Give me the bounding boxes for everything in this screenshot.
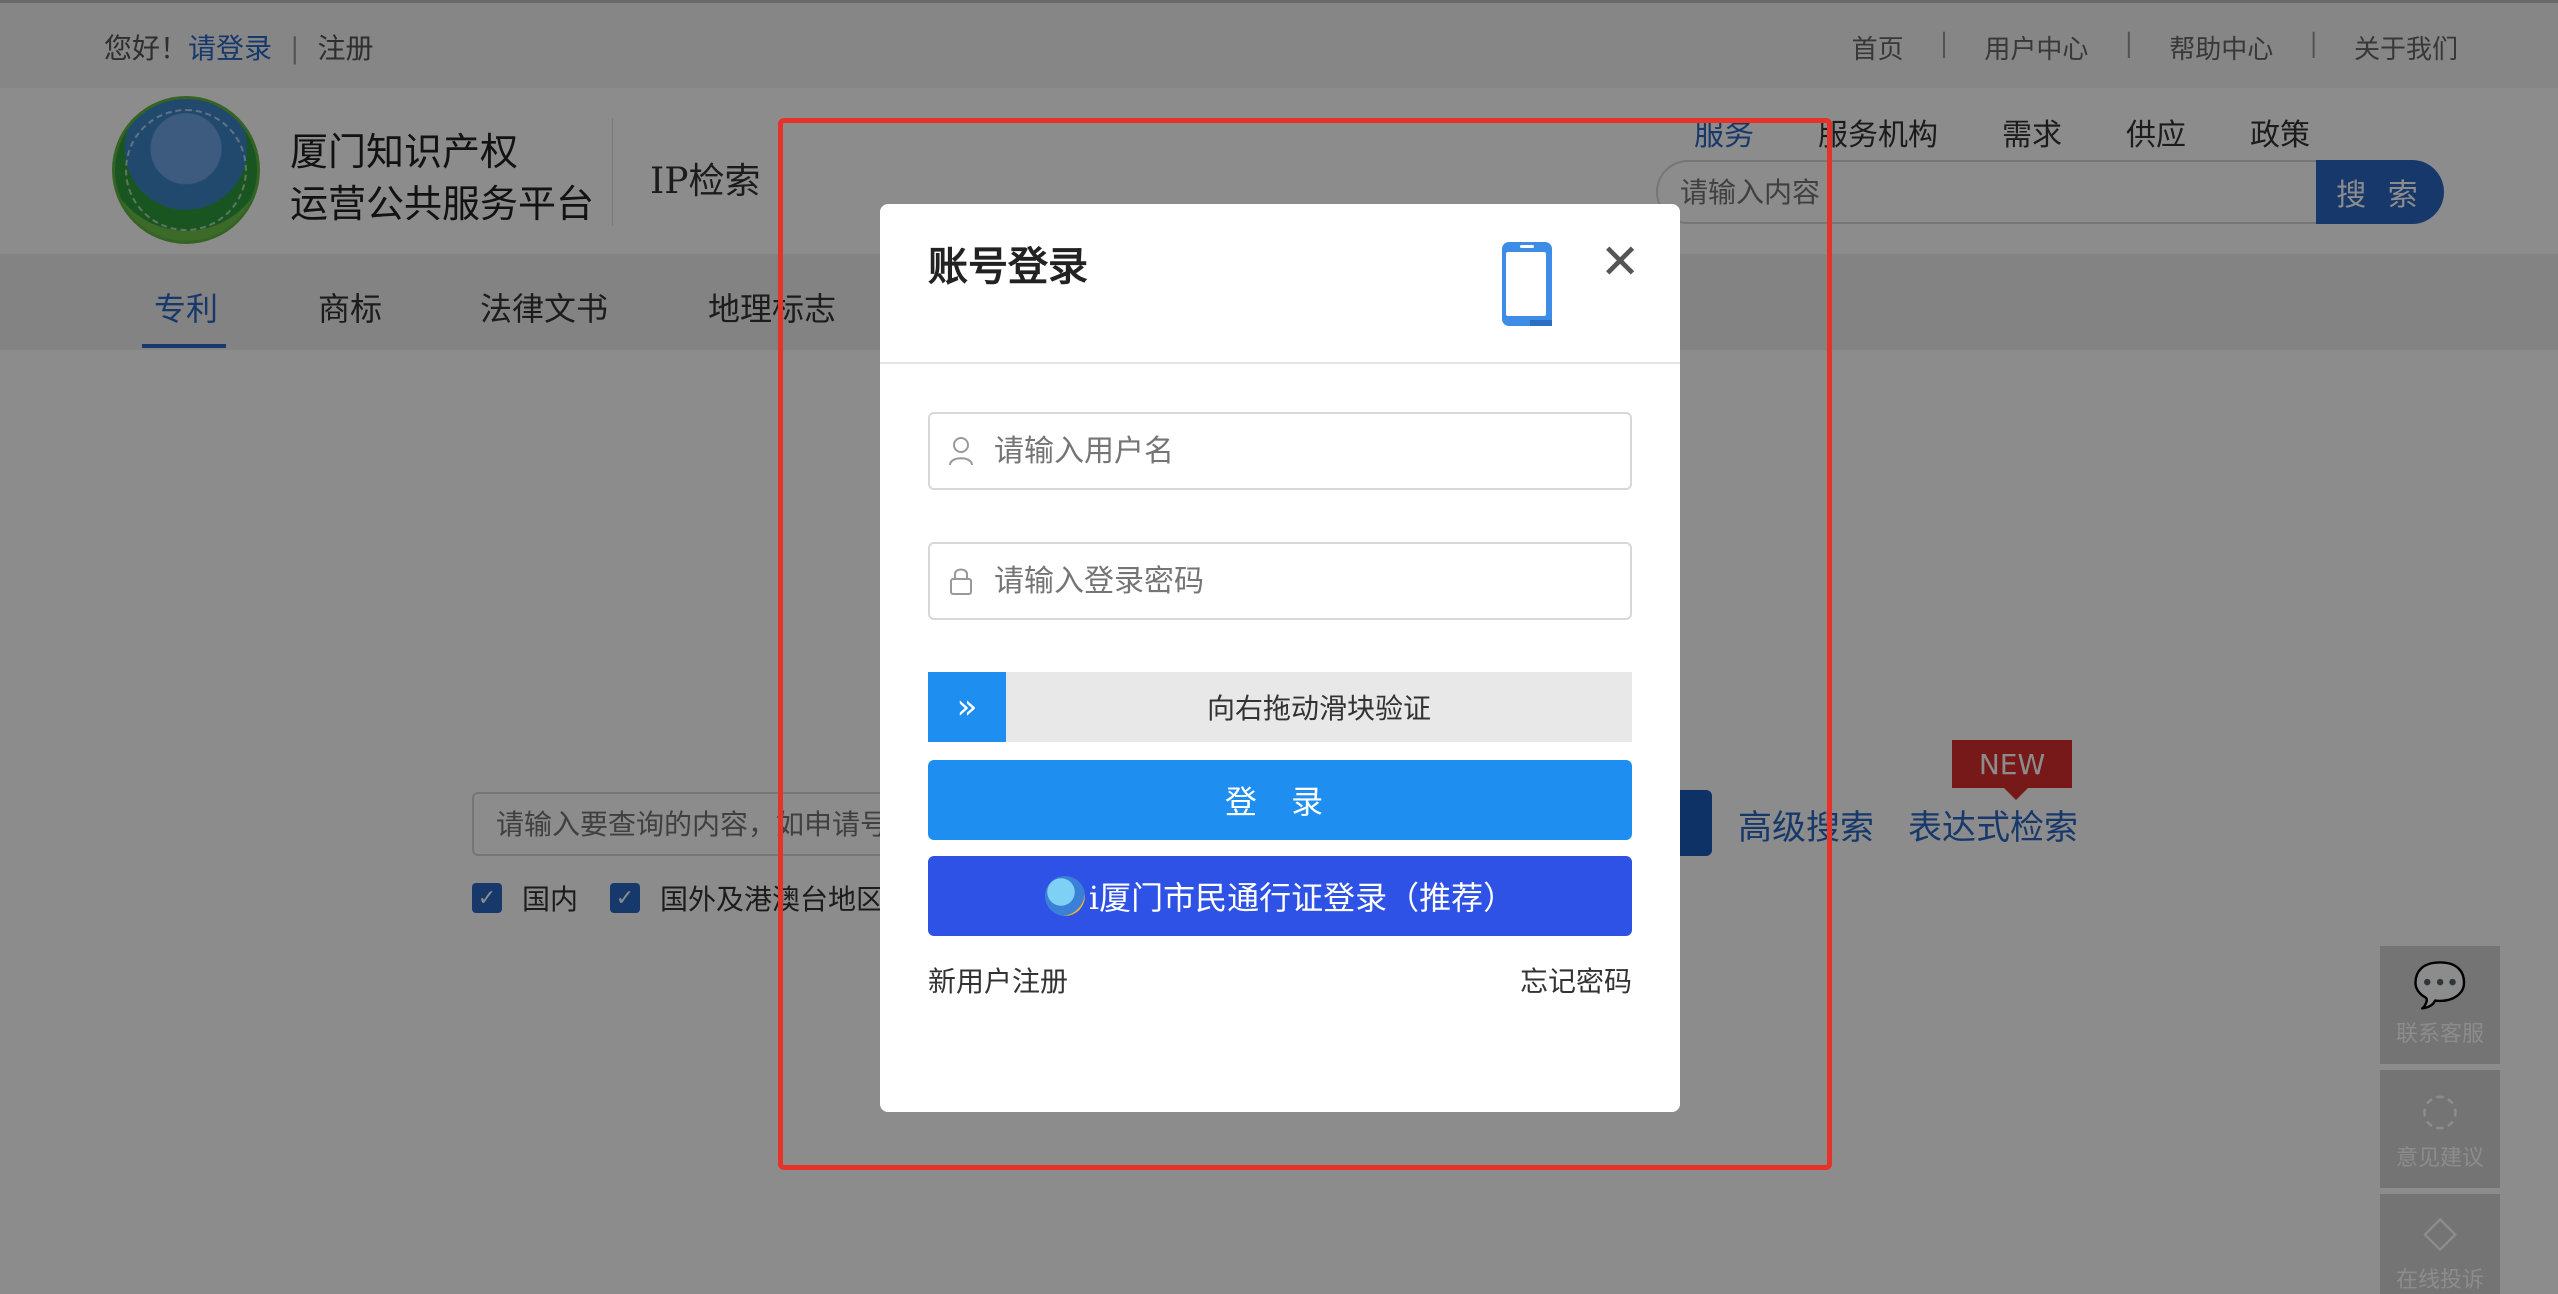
username-field[interactable] [928, 412, 1632, 490]
close-icon[interactable]: ✕ [1600, 238, 1640, 286]
lock-icon [930, 566, 992, 596]
citizen-pass-label: i厦门市民通行证登录（推荐） [1088, 879, 1516, 917]
double-chevron-right-icon: » [956, 687, 978, 727]
dialog-title: 账号登录 [928, 244, 1088, 290]
mobile-phone-icon[interactable] [1500, 240, 1554, 328]
password-input[interactable] [992, 543, 1630, 619]
slider-handle[interactable]: » [928, 672, 1006, 742]
citizen-pass-login-button[interactable]: i厦门市民通行证登录（推荐） [928, 856, 1632, 936]
login-dialog: 账号登录 ✕ » 向右拖动滑块验证 登 录 i厦门市民通行证登录（推荐） 新用户… [880, 204, 1680, 1112]
username-input[interactable] [992, 413, 1630, 489]
dialog-divider [880, 362, 1680, 364]
slider-captcha: » 向右拖动滑块验证 [928, 672, 1632, 742]
citizen-pass-logo-icon [1044, 876, 1085, 916]
slider-hint: 向右拖动滑块验证 [1206, 692, 1431, 725]
forgot-password-link[interactable]: 忘记密码 [1520, 960, 1632, 1000]
login-button[interactable]: 登 录 [928, 760, 1632, 840]
user-icon [930, 436, 992, 466]
new-user-register-link[interactable]: 新用户注册 [928, 960, 1068, 1000]
password-field[interactable] [928, 542, 1632, 620]
